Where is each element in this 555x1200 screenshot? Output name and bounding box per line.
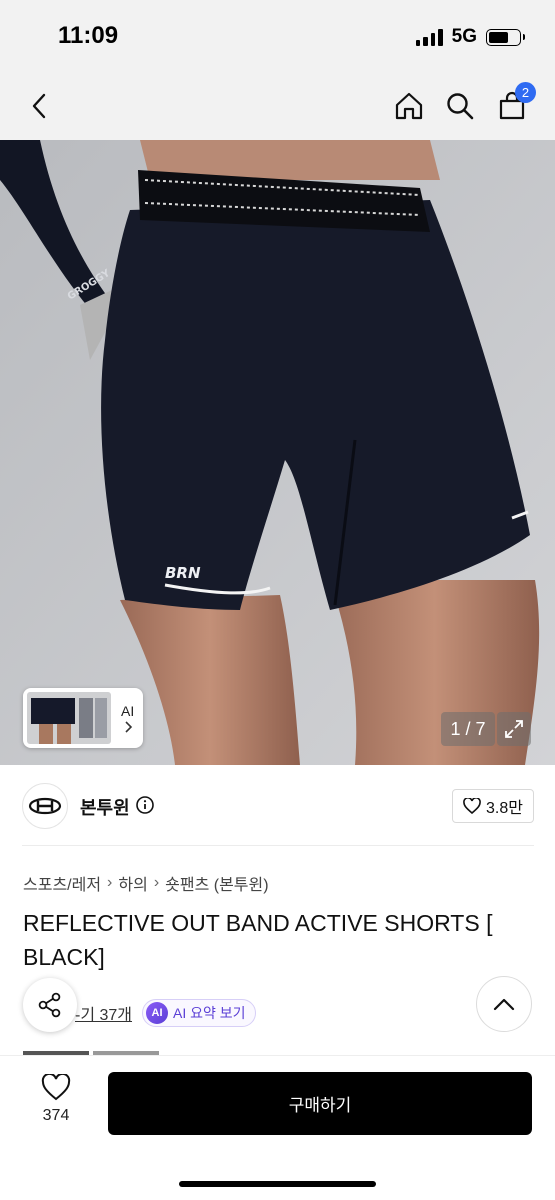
search-button[interactable] [440,86,480,126]
signal-icon [415,28,443,46]
info-icon [136,796,154,814]
chevron-right-icon [125,721,132,733]
heart-icon [41,1074,71,1101]
divider [22,845,534,846]
review-count-link[interactable]: -기 37개 [75,1001,132,1025]
breadcrumb-item[interactable]: 하의 [118,871,147,895]
breadcrumb-chevron-icon: › [107,874,113,891]
brand-info-button[interactable] [135,795,155,819]
scroll-top-button[interactable] [476,976,532,1032]
breadcrumb-chevron-icon: › [153,874,160,891]
expand-icon [505,720,523,738]
status-bar: 11:09 5G [0,0,555,72]
back-button[interactable] [20,86,60,126]
bottom-action-bar: 374 구매하기 [0,1055,555,1200]
status-time: 11:09 [58,22,119,49]
breadcrumb: 스포츠/레저 › 하의 › 숏팬츠 (본투윈) [23,871,269,895]
brand-like-count: 3.8만 [486,800,523,817]
search-icon [447,93,474,120]
ai-badge-icon: AI [146,1002,169,1024]
home-indicator [179,1181,376,1187]
product-image[interactable]: BRN GROGGY [0,140,555,765]
thumbnail-image [27,692,111,744]
home-button[interactable] [389,86,429,126]
thumbnail-ai-label: AI [121,702,134,734]
brand-logo[interactable] [22,783,68,829]
wishlist-count: 374 [42,1107,70,1124]
heart-icon [463,798,481,814]
image-thumbnail-card[interactable]: AI [23,688,143,748]
top-nav: 2 [0,72,555,140]
wishlist-button[interactable]: 374 [26,1074,86,1134]
chevron-up-icon [493,998,515,1011]
status-indicators: 5G [415,26,525,48]
breadcrumb-item[interactable]: 스포츠/레저 [23,871,101,895]
breadcrumb-item[interactable]: 숏팬츠 (본투윈) [165,871,268,895]
back-icon [32,93,46,119]
product-photo-illustration: BRN GROGGY [0,140,555,765]
network-label: 5G [451,26,477,47]
brand-like-button[interactable]: 3.8만 [452,789,534,823]
share-icon [38,992,61,1018]
garment-logo-text: BRN [165,564,201,582]
brand-name[interactable]: 본투윈 [80,794,130,820]
expand-image-button[interactable] [497,712,531,746]
home-icon [395,92,423,120]
cart-count-badge: 2 [515,82,536,103]
product-title: REFLECTIVE OUT BAND ACTIVE SHORTS [ BLAC… [23,910,493,970]
image-counter: 1 / 7 [441,712,495,746]
ai-summary-button[interactable]: AI AI 요약 보기 [142,999,256,1027]
battery-icon [486,28,525,46]
ai-summary-label: AI 요약 보기 [173,1005,246,1021]
share-button[interactable] [23,978,77,1032]
brand-row: 본투윈 3.8만 [22,783,534,829]
cart-button[interactable]: 2 [492,82,536,126]
buy-button[interactable]: 구매하기 [108,1072,532,1135]
